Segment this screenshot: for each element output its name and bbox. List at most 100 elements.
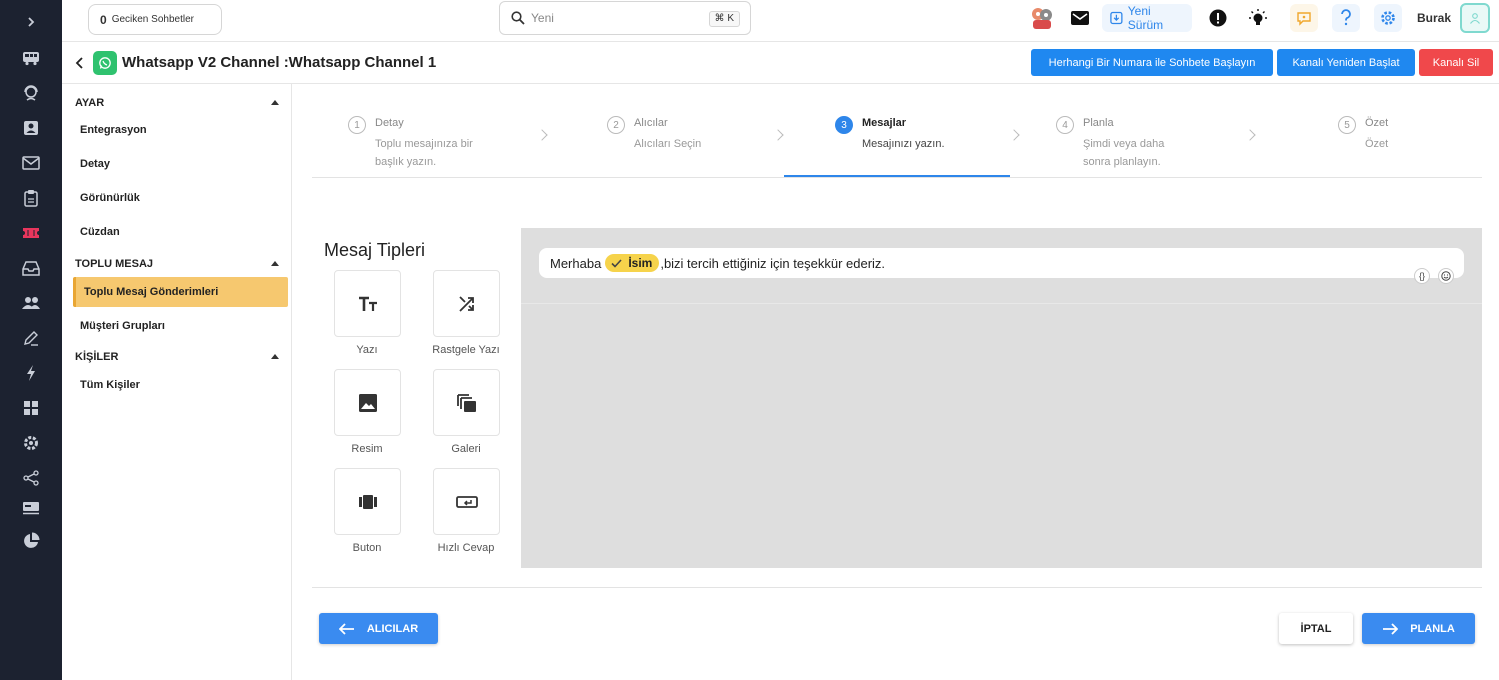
late-chats-count: 0 (100, 12, 107, 27)
help-icon[interactable] (1332, 4, 1360, 32)
step-description: Toplu mesajınıza bir başlık yazın. (375, 138, 473, 168)
mail-icon[interactable] (1066, 4, 1094, 32)
collapse-caret-icon[interactable] (271, 100, 279, 105)
insert-variable-icon[interactable]: {} (1414, 268, 1430, 284)
preview-divider (521, 303, 1482, 304)
user-icon (1470, 13, 1480, 24)
message-type-label: Buton (352, 542, 382, 554)
back-to-recipients-button[interactable]: ALICILAR (319, 613, 438, 644)
message-text-after: ,bizi tercih ettiğiniz için teşekkür ede… (660, 255, 886, 271)
step-chevron-icon (1008, 129, 1020, 141)
edit-pen-icon[interactable] (21, 328, 41, 348)
side-nav: AYAR Entegrasyon Detay Görünürlük Cüzdan… (62, 84, 292, 680)
contact-card-icon[interactable] (21, 118, 41, 138)
collapse-caret-icon[interactable] (271, 354, 279, 359)
inbox-icon[interactable] (21, 258, 41, 278)
step-number: 3 (835, 116, 853, 134)
sidebar-item-all-contacts[interactable]: Tüm Kişiler (80, 379, 140, 391)
settings-gear-icon[interactable] (21, 433, 41, 453)
sidebar-item-visibility[interactable]: Görünürlük (80, 192, 140, 204)
step-title: Detay (375, 117, 404, 129)
lightning-icon[interactable] (21, 363, 41, 383)
sidebar-item-bulk-sends[interactable]: Toplu Mesaj Gönderimleri (73, 277, 288, 307)
step-chevron-icon (772, 129, 784, 141)
step-description: Mesajınızı yazın. (862, 138, 945, 150)
message-type-gallery[interactable] (433, 369, 500, 436)
step-title: Özet (1365, 117, 1389, 129)
message-type-label: Resim (351, 443, 383, 455)
expand-chevron-icon[interactable] (21, 12, 41, 32)
step-title: Planla (1083, 117, 1114, 129)
variable-label: İsim (628, 256, 653, 270)
back-button-label: ALICILAR (366, 622, 419, 635)
message-text-before: Merhaba (550, 255, 602, 271)
pie-chart-icon[interactable] (21, 531, 41, 551)
message-text-input[interactable]: Merhaba İsim ,bizi tercih ettiğiniz için… (539, 248, 1464, 278)
agents-avatar-icon[interactable] (1028, 4, 1056, 32)
message-type-random-text[interactable] (433, 270, 500, 337)
step-description: Alıcıları Seçin (634, 138, 702, 150)
section-bulk-message[interactable]: TOPLU MESAJ (75, 258, 153, 270)
feedback-bubble-icon[interactable] (1290, 4, 1318, 32)
text-icon (358, 296, 377, 311)
message-type-label: Yazı (356, 344, 378, 356)
search-box[interactable]: Yeni ⌘ K (499, 1, 751, 35)
variable-chip[interactable]: İsim (605, 254, 660, 272)
section-contacts[interactable]: KİŞİLER (75, 351, 118, 363)
user-avatar[interactable] (1460, 3, 1490, 33)
step-title: Mesajlar (862, 117, 907, 129)
button-icon (358, 494, 377, 509)
alert-icon[interactable] (1204, 4, 1232, 32)
next-schedule-button[interactable]: PLANLA (1362, 613, 1475, 644)
share-nodes-icon[interactable] (21, 468, 41, 488)
lightbulb-icon[interactable] (1244, 4, 1272, 32)
cancel-button[interactable]: İPTAL (1279, 613, 1353, 644)
message-type-text[interactable] (334, 270, 401, 337)
search-icon (511, 11, 525, 25)
sidebar-item-integration[interactable]: Entegrasyon (80, 124, 147, 136)
message-type-label: Hızlı Cevap (437, 542, 495, 554)
sidebar-item-customer-groups[interactable]: Müşteri Grupları (80, 320, 165, 332)
section-ayar[interactable]: AYAR (75, 97, 104, 109)
new-version-button[interactable]: Yeni Sürüm (1102, 4, 1192, 32)
step-chevron-icon (536, 129, 548, 141)
whatsapp-logo-icon (93, 51, 117, 75)
page-header: Whatsapp V2 Channel :Whatsapp Channel 1 … (62, 42, 1499, 84)
collapse-caret-icon[interactable] (271, 261, 279, 266)
sidebar-item-detail[interactable]: Detay (80, 158, 110, 170)
step-title: Alıcılar (634, 117, 668, 129)
search-input[interactable]: Yeni (531, 11, 554, 25)
message-type-button[interactable] (334, 468, 401, 535)
start-chat-button[interactable]: Herhangi Bir Numara ile Sohbete Başlayın (1031, 49, 1273, 76)
step-description: Şimdi veya daha sonra planlayın. (1083, 138, 1165, 168)
clipboard-icon[interactable] (21, 188, 41, 208)
quick-reply-icon (455, 495, 478, 508)
step-number: 5 (1338, 116, 1356, 134)
step-chevron-icon (1244, 129, 1256, 141)
stepper-divider (312, 177, 1482, 178)
message-type-quick-reply[interactable] (433, 468, 500, 535)
delete-channel-button[interactable]: Kanalı Sil (1419, 49, 1493, 76)
message-type-label: Galeri (451, 443, 481, 455)
page-title: Whatsapp V2 Channel :Whatsapp Channel 1 (122, 54, 437, 71)
restart-channel-button[interactable]: Kanalı Yeniden Başlat (1277, 49, 1415, 76)
arrow-left-icon (338, 622, 354, 635)
arrow-right-icon (1383, 622, 1399, 635)
message-preview-area: Merhaba İsim ,bizi tercih ettiğiniz için… (521, 228, 1482, 568)
user-name[interactable]: Burak (1417, 11, 1451, 25)
emoji-icon[interactable] (1438, 268, 1454, 284)
check-icon (611, 258, 622, 268)
message-type-image[interactable] (334, 369, 401, 436)
chat-bus-icon[interactable] (21, 48, 41, 68)
settings-gear-icon[interactable] (1374, 4, 1402, 32)
late-chats-label: Geciken Sohbetler (111, 14, 194, 25)
users-icon[interactable] (21, 293, 41, 313)
mail-icon[interactable] (21, 153, 41, 173)
dashboard-grid-icon[interactable] (21, 398, 41, 418)
back-chevron-icon[interactable] (75, 56, 85, 70)
support-agent-icon[interactable] (21, 83, 41, 103)
sidebar-item-wallet[interactable]: Cüzdan (80, 226, 120, 238)
payment-card-icon[interactable] (21, 498, 41, 518)
ticket-icon[interactable] (21, 223, 41, 243)
late-chats-button[interactable]: 0 Geciken Sohbetler (88, 4, 222, 35)
